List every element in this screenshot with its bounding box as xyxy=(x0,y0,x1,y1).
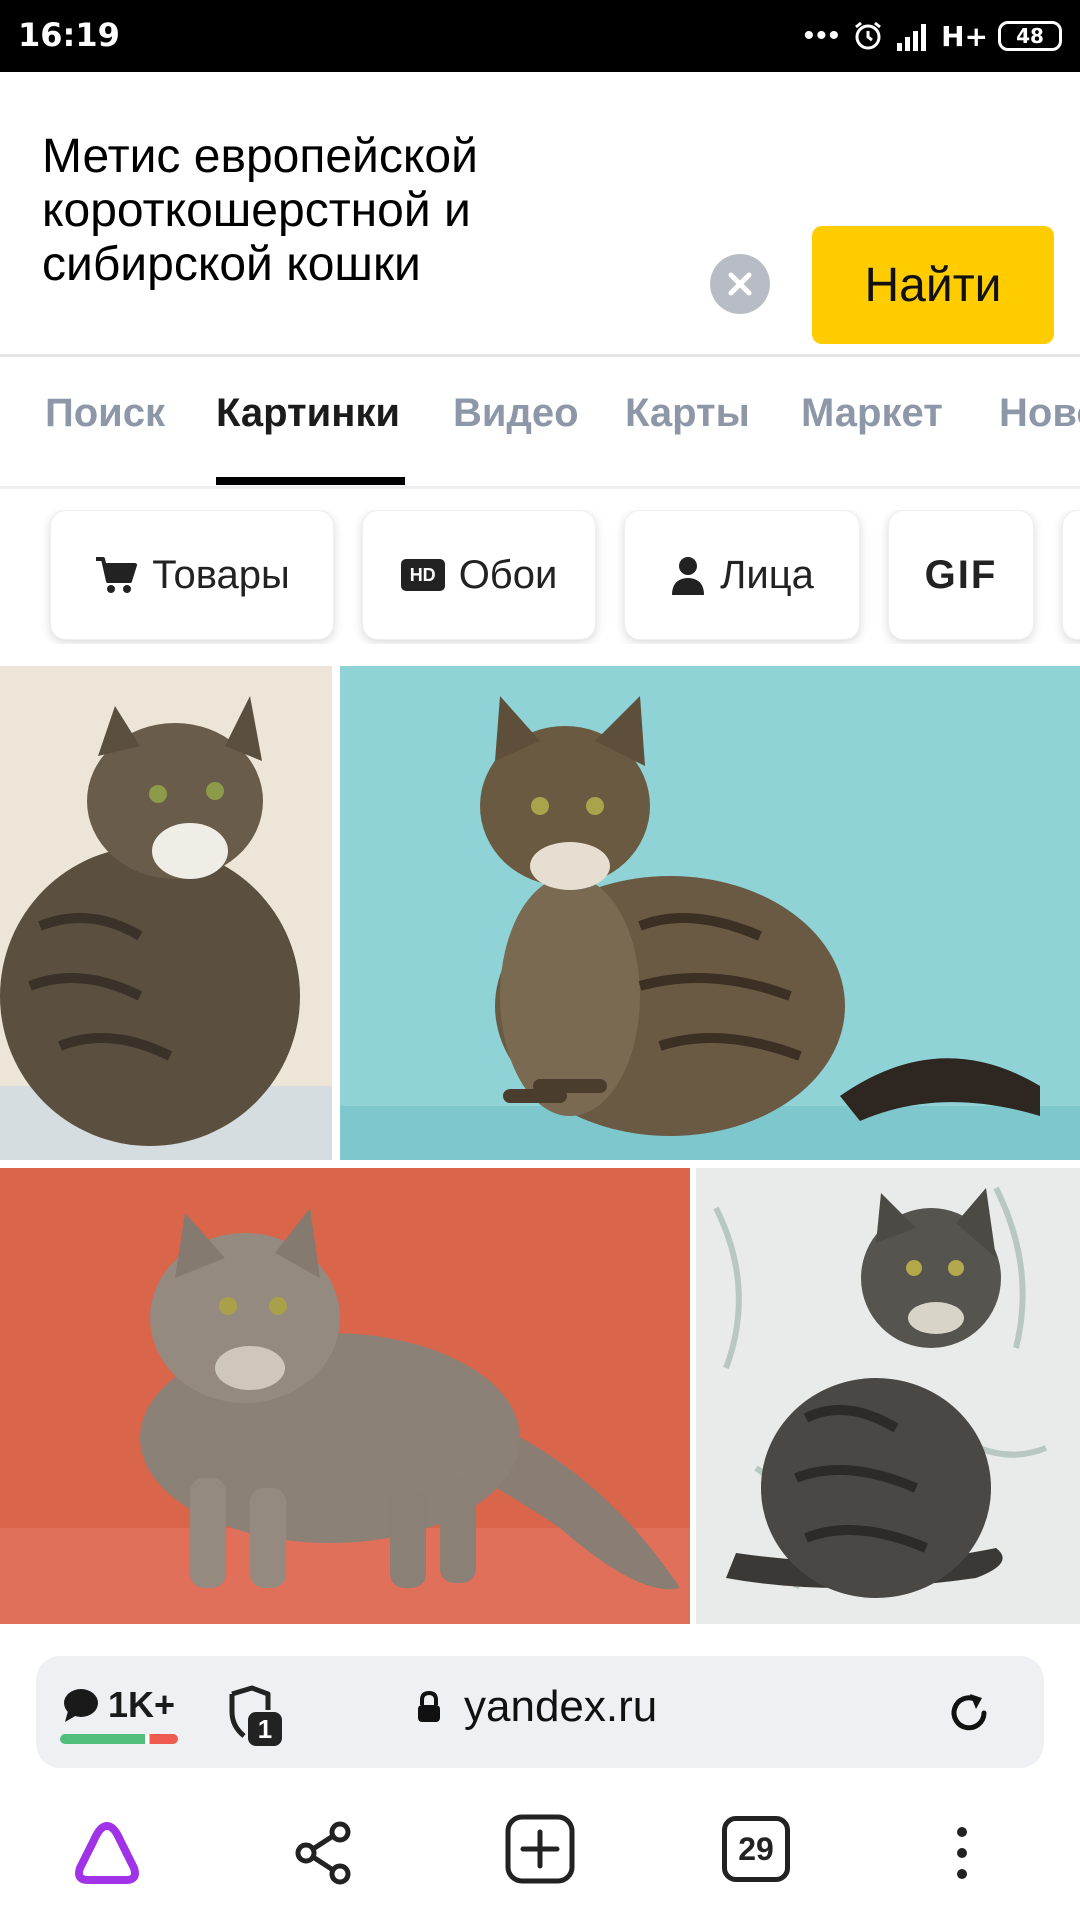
browser-navbar xyxy=(0,1800,1080,1920)
image-result[interactable] xyxy=(0,1168,690,1624)
tab-video[interactable]: Видео xyxy=(453,391,579,436)
comments-button[interactable]: 1K+ xyxy=(62,1684,175,1726)
image-result[interactable] xyxy=(340,666,1080,1160)
chip-goods[interactable]: Товары xyxy=(50,510,334,640)
chip-wallpapers[interactable]: HD Обои xyxy=(362,510,596,640)
signal-icon xyxy=(897,24,927,51)
tab-images[interactable]: Картинки xyxy=(216,391,400,436)
share-icon xyxy=(295,1821,351,1885)
search-query[interactable]: Метис европейской короткошерстной и сиби… xyxy=(42,130,662,292)
status-icons: ••• H+ 48 xyxy=(804,14,1062,58)
status-time: 16:19 xyxy=(18,16,120,54)
divider xyxy=(0,486,1080,489)
comment-icon xyxy=(64,1689,98,1722)
tab-news[interactable]: Ново xyxy=(999,391,1080,436)
chip-label: Лица xyxy=(720,552,814,597)
clear-query-button[interactable] xyxy=(710,254,770,314)
chip-faces[interactable]: Лица xyxy=(624,510,860,640)
rating-bar xyxy=(60,1734,178,1744)
hd-icon: HD xyxy=(400,559,445,591)
cat-photo xyxy=(340,666,1080,1160)
new-tab-button[interactable] xyxy=(504,1812,576,1893)
tab-search[interactable]: Поиск xyxy=(45,391,165,436)
menu-icon xyxy=(957,1827,967,1879)
image-result[interactable] xyxy=(0,666,332,1160)
network-type: H+ xyxy=(941,19,988,53)
tab-market[interactable]: Маркет xyxy=(801,391,943,436)
alice-button[interactable] xyxy=(70,1818,144,1893)
comments-count: 1K+ xyxy=(108,1684,176,1725)
alarm-icon xyxy=(855,21,882,50)
alice-icon xyxy=(75,1822,139,1884)
shield-badge: 1 xyxy=(258,1714,272,1744)
lock-icon xyxy=(418,1691,440,1722)
more-dots-icon: ••• xyxy=(803,19,842,52)
person-icon xyxy=(672,557,705,595)
menu-button[interactable] xyxy=(952,1818,972,1893)
chip-more[interactable] xyxy=(1062,510,1080,640)
status-bar: 16:19 ••• H+ 48 xyxy=(0,0,1080,72)
cart-icon xyxy=(96,557,138,593)
chip-gif[interactable]: GIF xyxy=(888,510,1034,640)
image-result[interactable] xyxy=(696,1168,1080,1624)
tab-maps[interactable]: Карты xyxy=(625,391,750,436)
cat-photo xyxy=(696,1168,1080,1624)
cat-photo xyxy=(0,1168,690,1624)
url-text: yandex.ru xyxy=(464,1682,658,1731)
shield-icon: 1 xyxy=(229,1685,282,1746)
chip-label: Товары xyxy=(152,552,290,597)
filter-chips: Товары HD Обои Лица GIF xyxy=(0,510,1080,644)
new-tab-icon xyxy=(505,1814,575,1884)
battery-icon: 48 xyxy=(998,21,1062,51)
service-tabs: Поиск Картинки Видео Карты Маркет Ново xyxy=(0,357,1080,487)
reload-icon xyxy=(951,1694,987,1731)
battery-level: 48 xyxy=(1016,24,1044,48)
tabs-count: 29 xyxy=(738,1830,774,1867)
url-display[interactable]: yandex.ru xyxy=(416,1682,657,1732)
close-icon xyxy=(728,272,752,296)
share-button[interactable] xyxy=(292,1818,354,1893)
tabs-button[interactable]: 29 xyxy=(722,1816,790,1882)
find-button[interactable]: Найти xyxy=(812,226,1054,344)
chip-label: GIF xyxy=(924,552,998,597)
search-header: Метис европейской короткошерстной и сиби… xyxy=(0,72,1080,354)
cat-photo xyxy=(0,666,332,1160)
active-tab-indicator xyxy=(216,477,405,485)
chip-label: Обои xyxy=(458,552,558,597)
protect-button[interactable]: 1 xyxy=(224,1684,288,1753)
reload-button[interactable] xyxy=(946,1690,992,1741)
